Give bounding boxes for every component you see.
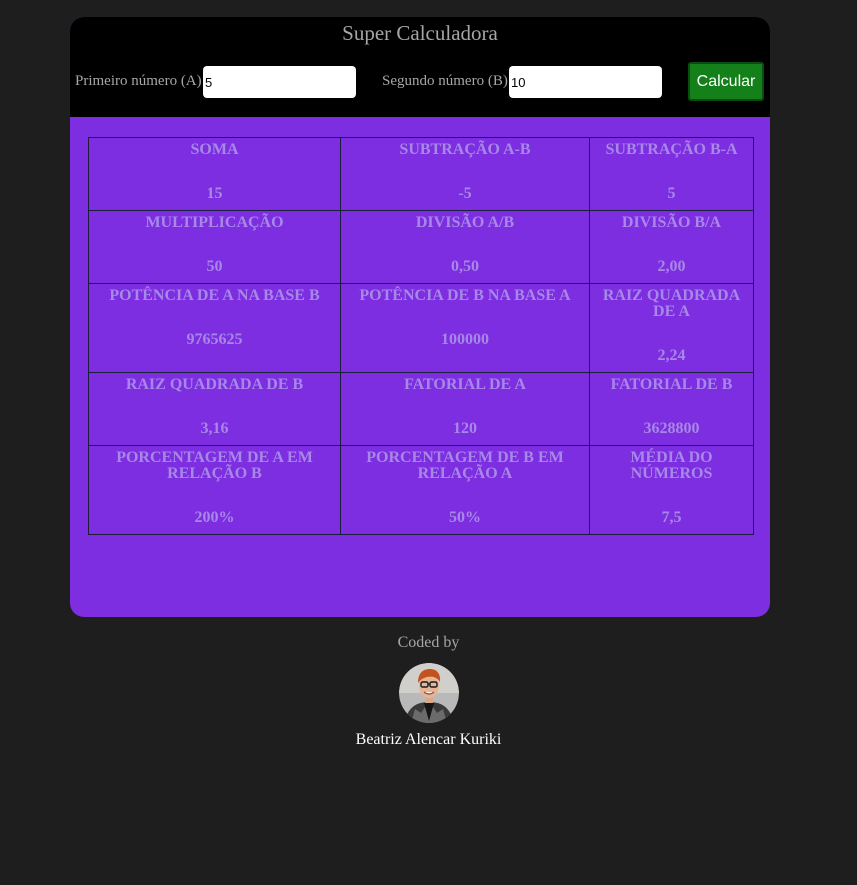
result-value: 2,24 bbox=[657, 347, 686, 364]
number-b-input[interactable] bbox=[509, 66, 662, 98]
result-label: DIVISÃO B/A bbox=[621, 214, 722, 231]
result-cell-sum: SOMA 15 bbox=[88, 137, 341, 211]
result-value: 120 bbox=[453, 420, 477, 437]
result-label: MULTIPLICAÇÃO bbox=[145, 214, 284, 231]
result-cell-division-b-a: DIVISÃO B/A 2,00 bbox=[589, 210, 754, 284]
result-cell-percentage-b: PORCENTAGEM DE B EM RELAÇÃO A 50% bbox=[340, 445, 590, 535]
result-value: 100000 bbox=[441, 331, 489, 348]
result-label: PORCENTAGEM DE B EM RELAÇÃO A bbox=[366, 449, 564, 482]
result-label: POTÊNCIA DE B NA BASE A bbox=[359, 287, 571, 304]
table-row: MULTIPLICAÇÃO 50 DIVISÃO A/B 0,50 DIVISÃO … bbox=[88, 210, 754, 284]
result-value: 0,50 bbox=[451, 258, 479, 275]
result-cell-power-a-base-b: POTÊNCIA DE A NA BASE B 9765625 bbox=[88, 283, 341, 373]
result-label: SUBTRAÇÃO B-A bbox=[605, 141, 738, 158]
footer: Coded by Beatriz Alencar Kuriki bbox=[0, 634, 857, 749]
result-label: SOMA bbox=[190, 141, 239, 158]
result-cell-average: MÉDIA DO NÚMEROS 7,5 bbox=[589, 445, 754, 535]
result-cell-subtraction-b-a: SUBTRAÇÃO B-A 5 bbox=[589, 137, 754, 211]
result-label: RAIZ QUADRADA DE B bbox=[125, 376, 304, 393]
coded-by-text: Coded by bbox=[397, 634, 460, 651]
author-avatar-icon bbox=[398, 663, 459, 723]
page-title: Super Calculadora bbox=[342, 21, 498, 45]
result-cell-subtraction-a-b: SUBTRAÇÃO A-B -5 bbox=[340, 137, 590, 211]
result-value: 3628800 bbox=[643, 420, 700, 437]
table-row: SOMA 15 SUBTRAÇÃO A-B -5 SUBTRAÇÃO B-A 5 bbox=[88, 137, 754, 211]
result-cell-factorial-a: FATORIAL DE A 120 bbox=[340, 372, 590, 446]
result-value: 9765625 bbox=[186, 331, 243, 348]
result-value: 50 bbox=[206, 258, 223, 275]
result-label: DIVISÃO A/B bbox=[415, 214, 515, 231]
result-cell-percentage-a: PORCENTAGEM DE A EM RELAÇÃO B 200% bbox=[88, 445, 341, 535]
number-a-input[interactable] bbox=[203, 66, 356, 98]
result-cell-multiplication: MULTIPLICAÇÃO 50 bbox=[88, 210, 341, 284]
result-value: 15 bbox=[206, 185, 223, 202]
result-value: 5 bbox=[667, 185, 676, 202]
result-value: 3,16 bbox=[200, 420, 229, 437]
result-cell-sqrt-b: RAIZ QUADRADA DE B 3,16 bbox=[88, 372, 341, 446]
input-b-label: Segundo número (B) bbox=[382, 73, 508, 89]
result-label: PORCENTAGEM DE A EM RELAÇÃO B bbox=[116, 449, 313, 482]
result-label: MÉDIA DO NÚMEROS bbox=[630, 449, 713, 482]
calculate-button[interactable]: Calcular bbox=[688, 62, 764, 101]
result-value: 2,00 bbox=[657, 258, 686, 275]
result-value: 200% bbox=[194, 509, 235, 526]
result-value: -5 bbox=[458, 185, 472, 202]
table-row: PORCENTAGEM DE A EM RELAÇÃO B 200% PORCEN… bbox=[88, 445, 754, 535]
result-label: RAIZ QUADRADA DE A bbox=[602, 287, 741, 320]
result-cell-sqrt-a: RAIZ QUADRADA DE A 2,24 bbox=[589, 283, 754, 373]
result-label: FATORIAL DE B bbox=[610, 376, 733, 393]
input-a-label: Primeiro número (A) bbox=[75, 73, 202, 89]
result-value: 50% bbox=[449, 509, 481, 526]
calculator-card: Super Calculadora Primeiro número (A) Se… bbox=[70, 17, 770, 617]
results-table: SOMA 15 SUBTRAÇÃO A-B -5 SUBTRAÇÃO B-A 5 MU… bbox=[88, 137, 754, 535]
table-row: RAIZ QUADRADA DE B 3,16 FATORIAL DE A 120 … bbox=[88, 372, 754, 446]
result-value: 7,5 bbox=[661, 509, 682, 526]
calculator-header: Super Calculadora Primeiro número (A) Se… bbox=[70, 17, 770, 117]
result-cell-division-a-b: DIVISÃO A/B 0,50 bbox=[340, 210, 590, 284]
table-row: POTÊNCIA DE A NA BASE B 9765625 POTÊNCIA … bbox=[88, 283, 754, 373]
result-label: FATORIAL DE A bbox=[404, 376, 526, 393]
result-cell-power-b-base-a: POTÊNCIA DE B NA BASE A 100000 bbox=[340, 283, 590, 373]
author-name: Beatriz Alencar Kuriki bbox=[355, 731, 502, 748]
result-label: SUBTRAÇÃO A-B bbox=[399, 141, 531, 158]
result-label: POTÊNCIA DE A NA BASE B bbox=[109, 287, 320, 304]
result-cell-factorial-b: FATORIAL DE B 3628800 bbox=[589, 372, 754, 446]
